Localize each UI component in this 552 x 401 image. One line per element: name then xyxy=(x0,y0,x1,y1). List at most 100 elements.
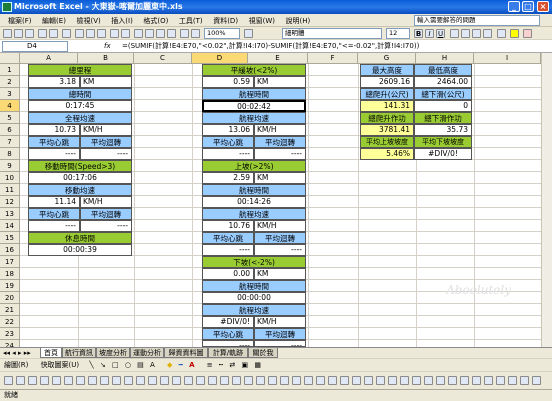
tab-slope-analysis[interactable]: 坡度分析 xyxy=(96,348,130,358)
sort-asc-icon[interactable] xyxy=(156,29,165,38)
oval-icon[interactable]: ○ xyxy=(125,361,131,369)
toolbar-icon[interactable] xyxy=(232,376,241,385)
menu-edit[interactable]: 編輯(E) xyxy=(42,17,66,25)
row-header-13[interactable]: 13 xyxy=(0,208,20,220)
col-header-e[interactable]: E xyxy=(248,53,308,64)
row-header-1[interactable]: 1 xyxy=(0,64,20,76)
row-header-6[interactable]: 6 xyxy=(0,124,20,136)
menu-file[interactable]: 檔案(F) xyxy=(8,17,32,25)
zoom-select[interactable]: 100% xyxy=(204,28,240,39)
toolbar-icon[interactable] xyxy=(496,376,505,385)
col-header-f[interactable]: F xyxy=(308,53,358,64)
ask-question-input[interactable]: 輸入需要解答的問題 xyxy=(414,15,540,26)
align-right-icon[interactable] xyxy=(472,29,481,38)
col-header-g[interactable]: G xyxy=(358,53,416,64)
row-header-20[interactable]: 20 xyxy=(0,292,20,304)
vertical-scrollbar[interactable] xyxy=(541,53,552,347)
arrow-style-icon[interactable]: ⇄ xyxy=(229,361,235,369)
fill-color-icon[interactable] xyxy=(510,29,519,38)
col-header-d[interactable]: D xyxy=(192,53,248,64)
row-header-15[interactable]: 15 xyxy=(0,232,20,244)
toolbar-icon[interactable] xyxy=(124,376,133,385)
menu-format[interactable]: 格式(O) xyxy=(143,17,168,25)
align-center-icon[interactable] xyxy=(461,29,470,38)
row-header-8[interactable]: 8 xyxy=(0,148,20,160)
toolbar-icon[interactable] xyxy=(508,376,517,385)
sum-icon[interactable] xyxy=(145,29,154,38)
row-header-19[interactable]: 19 xyxy=(0,280,20,292)
shadow-icon[interactable]: ▣ xyxy=(241,361,248,369)
col-header-h[interactable]: H xyxy=(416,53,474,64)
row-header-17[interactable]: 17 xyxy=(0,256,20,268)
col-header-a[interactable]: A xyxy=(20,53,78,64)
menu-help[interactable]: 說明(H) xyxy=(286,17,311,25)
row-header-16[interactable]: 16 xyxy=(0,244,20,256)
draw-menu[interactable]: 繪圖(R) xyxy=(4,361,28,369)
toolbar-icon[interactable] xyxy=(388,376,397,385)
toolbar-icon[interactable] xyxy=(280,376,289,385)
toolbar-icon[interactable] xyxy=(412,376,421,385)
toolbar-icon[interactable] xyxy=(64,376,73,385)
menu-window[interactable]: 視窗(W) xyxy=(249,17,275,25)
font-size-select[interactable]: 12 xyxy=(386,28,410,39)
close-button[interactable]: × xyxy=(537,1,549,12)
rectangle-icon[interactable]: □ xyxy=(112,361,119,369)
menu-view[interactable]: 檢視(V) xyxy=(76,17,100,25)
col-header-i[interactable]: I xyxy=(474,53,541,64)
toolbar-icon[interactable] xyxy=(160,376,169,385)
paste-icon[interactable] xyxy=(97,29,106,38)
italic-icon[interactable]: I xyxy=(425,29,434,38)
toolbar-icon[interactable] xyxy=(196,376,205,385)
toolbar-icon[interactable] xyxy=(304,376,313,385)
tab-home[interactable]: 首頁 xyxy=(40,348,62,358)
open-icon[interactable] xyxy=(14,29,23,38)
toolbar-icon[interactable] xyxy=(352,376,361,385)
font-color-draw-icon[interactable]: A xyxy=(189,361,194,369)
toolbar-icon[interactable] xyxy=(424,376,433,385)
col-header-c[interactable]: C xyxy=(134,53,192,64)
row-header-10[interactable]: 10 xyxy=(0,172,20,184)
tab-calc-track[interactable]: 計算/軌跡 xyxy=(208,348,248,358)
toolbar-icon[interactable] xyxy=(460,376,469,385)
toolbar-icon[interactable] xyxy=(52,376,61,385)
dash-style-icon[interactable]: ┅ xyxy=(219,361,223,369)
fx-icon[interactable]: fx xyxy=(104,41,111,52)
copy-icon[interactable] xyxy=(86,29,95,38)
new-icon[interactable] xyxy=(3,29,12,38)
font-select[interactable]: 細明體 xyxy=(282,28,382,39)
sort-desc-icon[interactable] xyxy=(167,29,176,38)
toolbar-icon[interactable] xyxy=(172,376,181,385)
toolbar-icon[interactable] xyxy=(520,376,529,385)
help-icon[interactable] xyxy=(244,29,253,38)
row-header-3[interactable]: 3 xyxy=(0,88,20,100)
cut-icon[interactable] xyxy=(75,29,84,38)
toolbar-icon[interactable] xyxy=(220,376,229,385)
minimize-button[interactable]: _ xyxy=(508,1,520,12)
formula-input[interactable]: =(SUMIF(計算!E4:E70,"<0.02",計算!I4:I70)-SUM… xyxy=(122,40,419,53)
tab-about[interactable]: 關於我 xyxy=(248,348,278,358)
toolbar-icon[interactable] xyxy=(40,376,49,385)
tab-data-chart[interactable]: 歸資資料圖 xyxy=(164,348,208,358)
toolbar-icon[interactable] xyxy=(364,376,373,385)
row-header-7[interactable]: 7 xyxy=(0,136,20,148)
font-color-icon[interactable] xyxy=(523,29,532,38)
chart-icon[interactable] xyxy=(134,29,143,38)
toolbar-icon[interactable] xyxy=(268,376,277,385)
line-color-icon[interactable]: ━ xyxy=(179,361,183,369)
row-header-21[interactable]: 21 xyxy=(0,304,20,316)
tab-flight-info[interactable]: 航行資訊 xyxy=(62,348,96,358)
row-header-11[interactable]: 11 xyxy=(0,184,20,196)
spell-icon[interactable] xyxy=(62,29,71,38)
maximize-button[interactable]: □ xyxy=(522,1,534,12)
toolbar-icon[interactable] xyxy=(4,376,13,385)
toolbar-icon[interactable] xyxy=(136,376,145,385)
toolbar-icon[interactable] xyxy=(316,376,325,385)
wordart-icon[interactable]: A xyxy=(150,361,155,369)
preview-icon[interactable] xyxy=(49,29,58,38)
toolbar-icon[interactable] xyxy=(532,376,541,385)
row-header-9[interactable]: 9 xyxy=(0,160,20,172)
row-header-4[interactable]: 4 xyxy=(0,100,20,112)
toolbar-icon[interactable] xyxy=(400,376,409,385)
toolbar-icon[interactable] xyxy=(100,376,109,385)
undo-icon[interactable] xyxy=(110,29,119,38)
